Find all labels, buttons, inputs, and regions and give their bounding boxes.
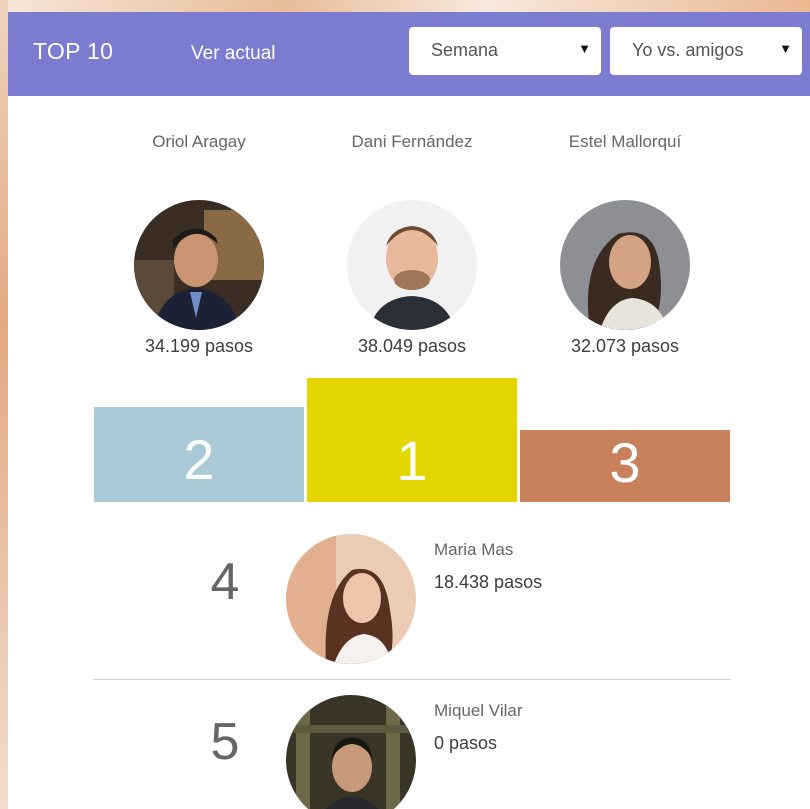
podium-name-2: Oriol Aragay — [152, 132, 246, 151]
compare-select-value: Yo vs. amigos — [632, 40, 744, 60]
podium-block-1: 1 — [307, 378, 517, 502]
avatar[interactable] — [286, 534, 416, 664]
list-rank: 5 — [210, 713, 240, 771]
podium-block-3: 3 — [520, 430, 730, 502]
avatar[interactable] — [560, 200, 690, 330]
podium-rank-2: 2 — [183, 428, 215, 491]
podium-rank-1: 1 — [396, 429, 428, 492]
background-photo-strip — [0, 0, 810, 12]
period-select[interactable]: Semana ▼ — [409, 27, 601, 75]
list-steps: 0 pasos — [434, 733, 498, 753]
list-name: Maria Mas — [434, 540, 514, 559]
list-steps: 18.438 pasos — [434, 572, 543, 592]
view-current-link[interactable]: Ver actual — [191, 43, 276, 65]
podium-steps-2: 34.199 pasos — [144, 336, 254, 356]
podium-block-2: 2 — [94, 407, 304, 502]
list-divider — [93, 679, 731, 680]
header-title: TOP 10 — [33, 38, 114, 64]
podium-name-1: Dani Fernández — [351, 132, 473, 151]
background-photo-edge — [0, 0, 8, 809]
avatar[interactable] — [286, 695, 416, 809]
podium-steps-3: 32.073 pasos — [570, 336, 680, 356]
podium-rank-3: 3 — [609, 431, 641, 494]
podium-steps-1: 38.049 pasos — [357, 336, 467, 356]
compare-select[interactable]: Yo vs. amigos ▼ — [610, 27, 802, 75]
avatar[interactable] — [134, 200, 264, 330]
leaderboard-panel: TOP 10 Ver actual Semana ▼ Yo vs. amigos… — [8, 12, 810, 809]
caret-down-icon: ▼ — [578, 41, 591, 56]
list-name: Miquel Vilar — [434, 701, 523, 720]
podium-name-3: Estel Mallorquí — [568, 132, 682, 151]
period-select-value: Semana — [431, 40, 499, 60]
leaderboard-header: TOP 10 Ver actual Semana ▼ Yo vs. amigos… — [8, 12, 810, 96]
avatar[interactable] — [347, 200, 477, 330]
list-rank: 4 — [210, 553, 240, 611]
caret-down-icon: ▼ — [779, 41, 792, 56]
